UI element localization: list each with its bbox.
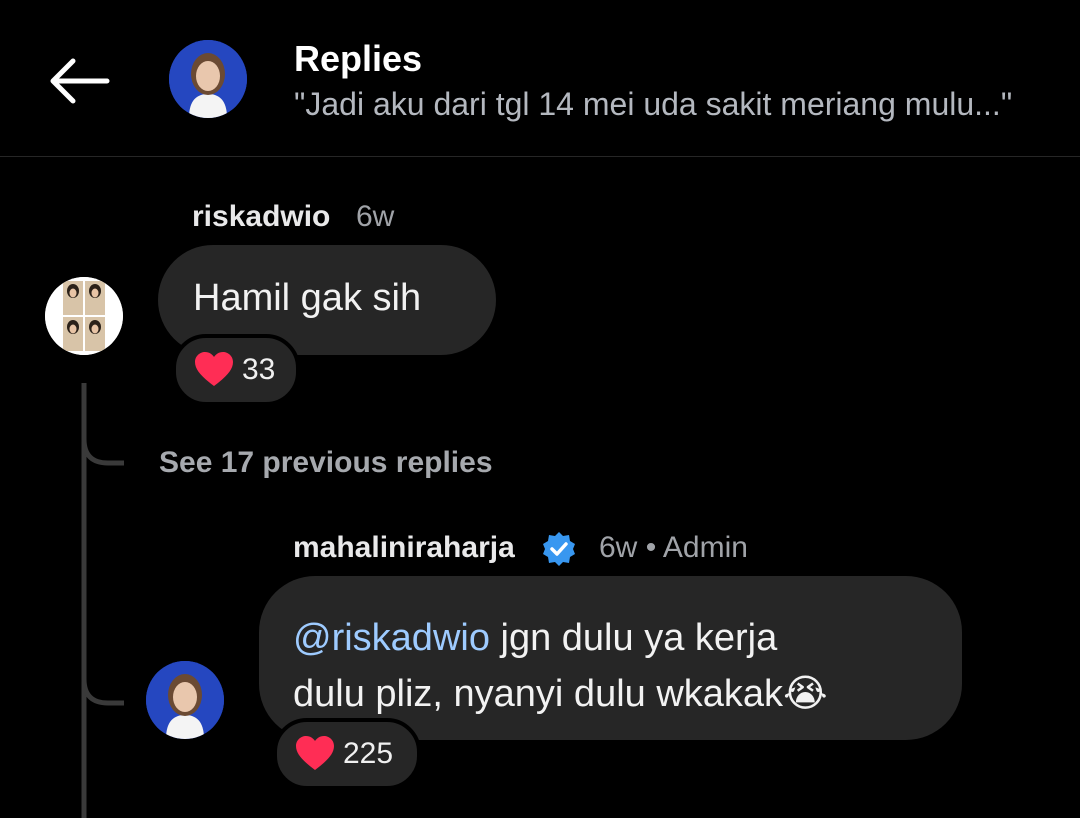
- verified-badge-icon: [543, 532, 575, 566]
- reply-reaction[interactable]: 225: [273, 718, 421, 790]
- comment-avatar[interactable]: [45, 277, 123, 355]
- comment-username[interactable]: riskadwio: [192, 200, 330, 234]
- comment-reaction[interactable]: 33: [172, 334, 300, 406]
- thread-line: [81, 383, 124, 818]
- mention-link[interactable]: @riskadwio: [293, 617, 490, 659]
- comment-text: Hamil gak sih: [193, 277, 422, 319]
- reply-line-2: dulu pliz, nyanyi dulu wkakak😭: [293, 666, 962, 722]
- reply-username[interactable]: mahaliniraharja: [293, 531, 515, 565]
- reply-text-2: dulu pliz, nyanyi dulu wkakak: [293, 673, 784, 715]
- comment-time: 6w: [356, 200, 395, 233]
- reply-avatar[interactable]: [146, 661, 224, 739]
- reply-time: 6w: [599, 531, 638, 564]
- heart-icon: [195, 352, 233, 386]
- see-previous-replies-link[interactable]: See 17 previous replies: [159, 446, 493, 480]
- meta-separator: •: [645, 531, 657, 564]
- crying-emoji: 😭: [783, 673, 828, 715]
- admin-label: Admin: [662, 531, 748, 564]
- reply-bubble[interactable]: @riskadwio jgn dulu ya kerja dulu pliz, …: [259, 576, 962, 740]
- header-avatar[interactable]: [169, 40, 247, 118]
- reply-text-1: jgn dulu ya kerja: [489, 617, 778, 659]
- reaction-count: 33: [242, 353, 276, 386]
- reaction-count: 225: [343, 737, 394, 770]
- header-divider: [0, 156, 1080, 157]
- heart-icon: [296, 736, 334, 770]
- reply-meta: 6w • Admin: [599, 531, 748, 565]
- page-title: Replies: [294, 38, 423, 79]
- arrow-left-icon: [50, 58, 110, 104]
- post-excerpt[interactable]: "Jadi aku dari tgl 14 mei uda sakit meri…: [294, 86, 1012, 123]
- back-button[interactable]: [40, 52, 116, 110]
- reply-line-1: @riskadwio jgn dulu ya kerja: [293, 610, 962, 666]
